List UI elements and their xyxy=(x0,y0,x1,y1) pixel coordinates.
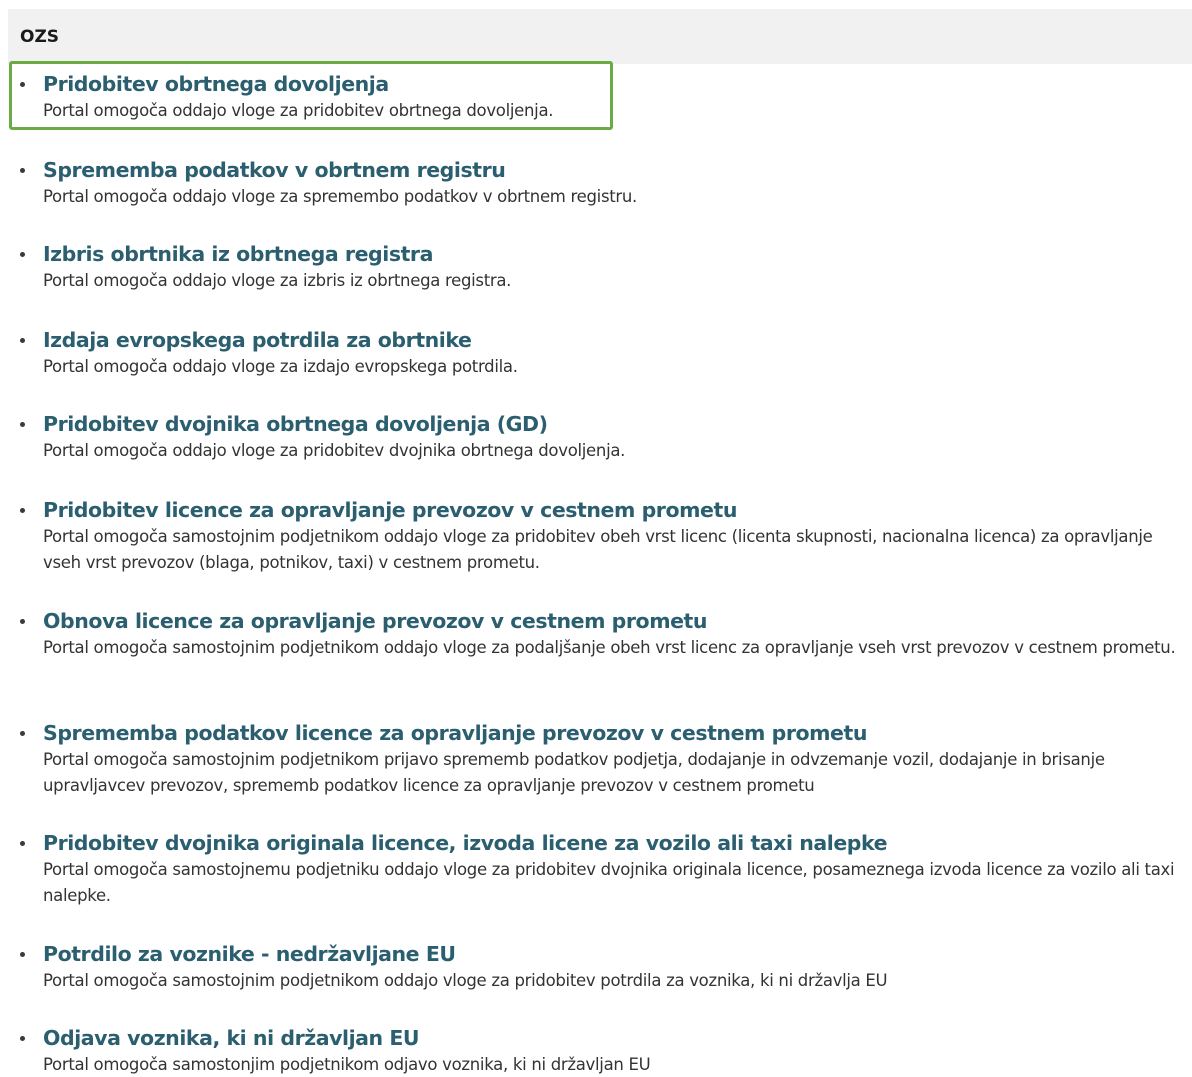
bullet-icon xyxy=(20,168,25,173)
service-link-obnova-licence[interactable]: Obnova licence za opravljanje prevozov v… xyxy=(43,608,1192,634)
service-description: Portal omogoča samostonjim podjetnikom o… xyxy=(43,1055,651,1074)
service-item: Pridobitev licence za opravljanje prevoz… xyxy=(20,497,1192,576)
service-item: Izdaja evropskega potrdila za obrtnike P… xyxy=(20,327,1192,380)
service-link-sprememba-podatkov-licence[interactable]: Sprememba podatkov licence za opravljanj… xyxy=(43,720,1192,746)
service-link-izbris-obrtnika[interactable]: Izbris obrtnika iz obrtnega registra xyxy=(43,241,1192,267)
service-link-dvojnik-originala-licence[interactable]: Pridobitev dvojnika originala licence, i… xyxy=(43,830,1192,856)
service-item: Odjava voznika, ki ni državljan EU Porta… xyxy=(20,1025,1192,1077)
bullet-icon xyxy=(20,619,25,624)
service-link-sprememba-podatkov-obrtni-register[interactable]: Sprememba podatkov v obrtnem registru xyxy=(43,157,1192,183)
bullet-icon xyxy=(20,422,25,427)
bullet-icon xyxy=(20,841,25,846)
bullet-icon xyxy=(20,731,25,736)
service-link-dvojnik-obrtnega-dovoljenja[interactable]: Pridobitev dvojnika obrtnega dovoljenja … xyxy=(43,411,1192,437)
service-description: Portal omogoča samostojnim podjetnikom o… xyxy=(43,638,1176,657)
service-description: Portal omogoča oddajo vloge za pridobite… xyxy=(43,441,626,460)
service-description: Portal omogoča samostojnim podjetnikom p… xyxy=(43,750,1105,795)
service-description: Portal omogoča samostojnim podjetnikom o… xyxy=(43,971,888,990)
service-item: Sprememba podatkov v obrtnem registru Po… xyxy=(20,157,1192,210)
service-link-potrdilo-za-voznike[interactable]: Potrdilo za voznike - nedržavljane EU xyxy=(43,941,1192,967)
page: OZS Pridobitev obrtnega dovoljenja Porta… xyxy=(0,0,1192,1077)
bullet-icon xyxy=(20,1036,25,1041)
section-title: OZS xyxy=(20,27,60,47)
service-description: Portal omogoča oddajo vloge za izbris iz… xyxy=(43,271,512,290)
service-item: Pridobitev dvojnika obrtnega dovoljenja … xyxy=(20,411,1192,464)
service-link-odjava-voznika[interactable]: Odjava voznika, ki ni državljan EU xyxy=(43,1025,1192,1051)
section-header: OZS xyxy=(8,9,1192,64)
service-link-pridobitev-licence[interactable]: Pridobitev licence za opravljanje prevoz… xyxy=(43,497,1192,523)
service-item: Sprememba podatkov licence za opravljanj… xyxy=(20,720,1192,799)
bullet-icon xyxy=(20,82,25,87)
service-description: Portal omogoča oddajo vloge za pridobite… xyxy=(43,101,554,120)
service-item: Potrdilo za voznike - nedržavljane EU Po… xyxy=(20,941,1192,994)
bullet-icon xyxy=(20,338,25,343)
service-item: Pridobitev dvojnika originala licence, i… xyxy=(20,830,1192,909)
service-item: Izbris obrtnika iz obrtnega registra Por… xyxy=(20,241,1192,294)
bullet-icon xyxy=(20,952,25,957)
bullet-icon xyxy=(20,508,25,513)
service-item: Pridobitev obrtnega dovoljenja Portal om… xyxy=(20,71,1192,124)
service-link-pridobitev-obrtnega-dovoljenja[interactable]: Pridobitev obrtnega dovoljenja xyxy=(43,71,1192,97)
service-link-izdaja-evropskega-potrdila[interactable]: Izdaja evropskega potrdila za obrtnike xyxy=(43,327,1192,353)
bullet-icon xyxy=(20,252,25,257)
service-description: Portal omogoča samostojnemu podjetniku o… xyxy=(43,860,1175,905)
service-description: Portal omogoča oddajo vloge za izdajo ev… xyxy=(43,357,518,376)
service-description: Portal omogoča oddajo vloge za spremembo… xyxy=(43,187,638,206)
service-description: Portal omogoča samostojnim podjetnikom o… xyxy=(43,527,1153,572)
service-item: Obnova licence za opravljanje prevozov v… xyxy=(20,608,1192,661)
